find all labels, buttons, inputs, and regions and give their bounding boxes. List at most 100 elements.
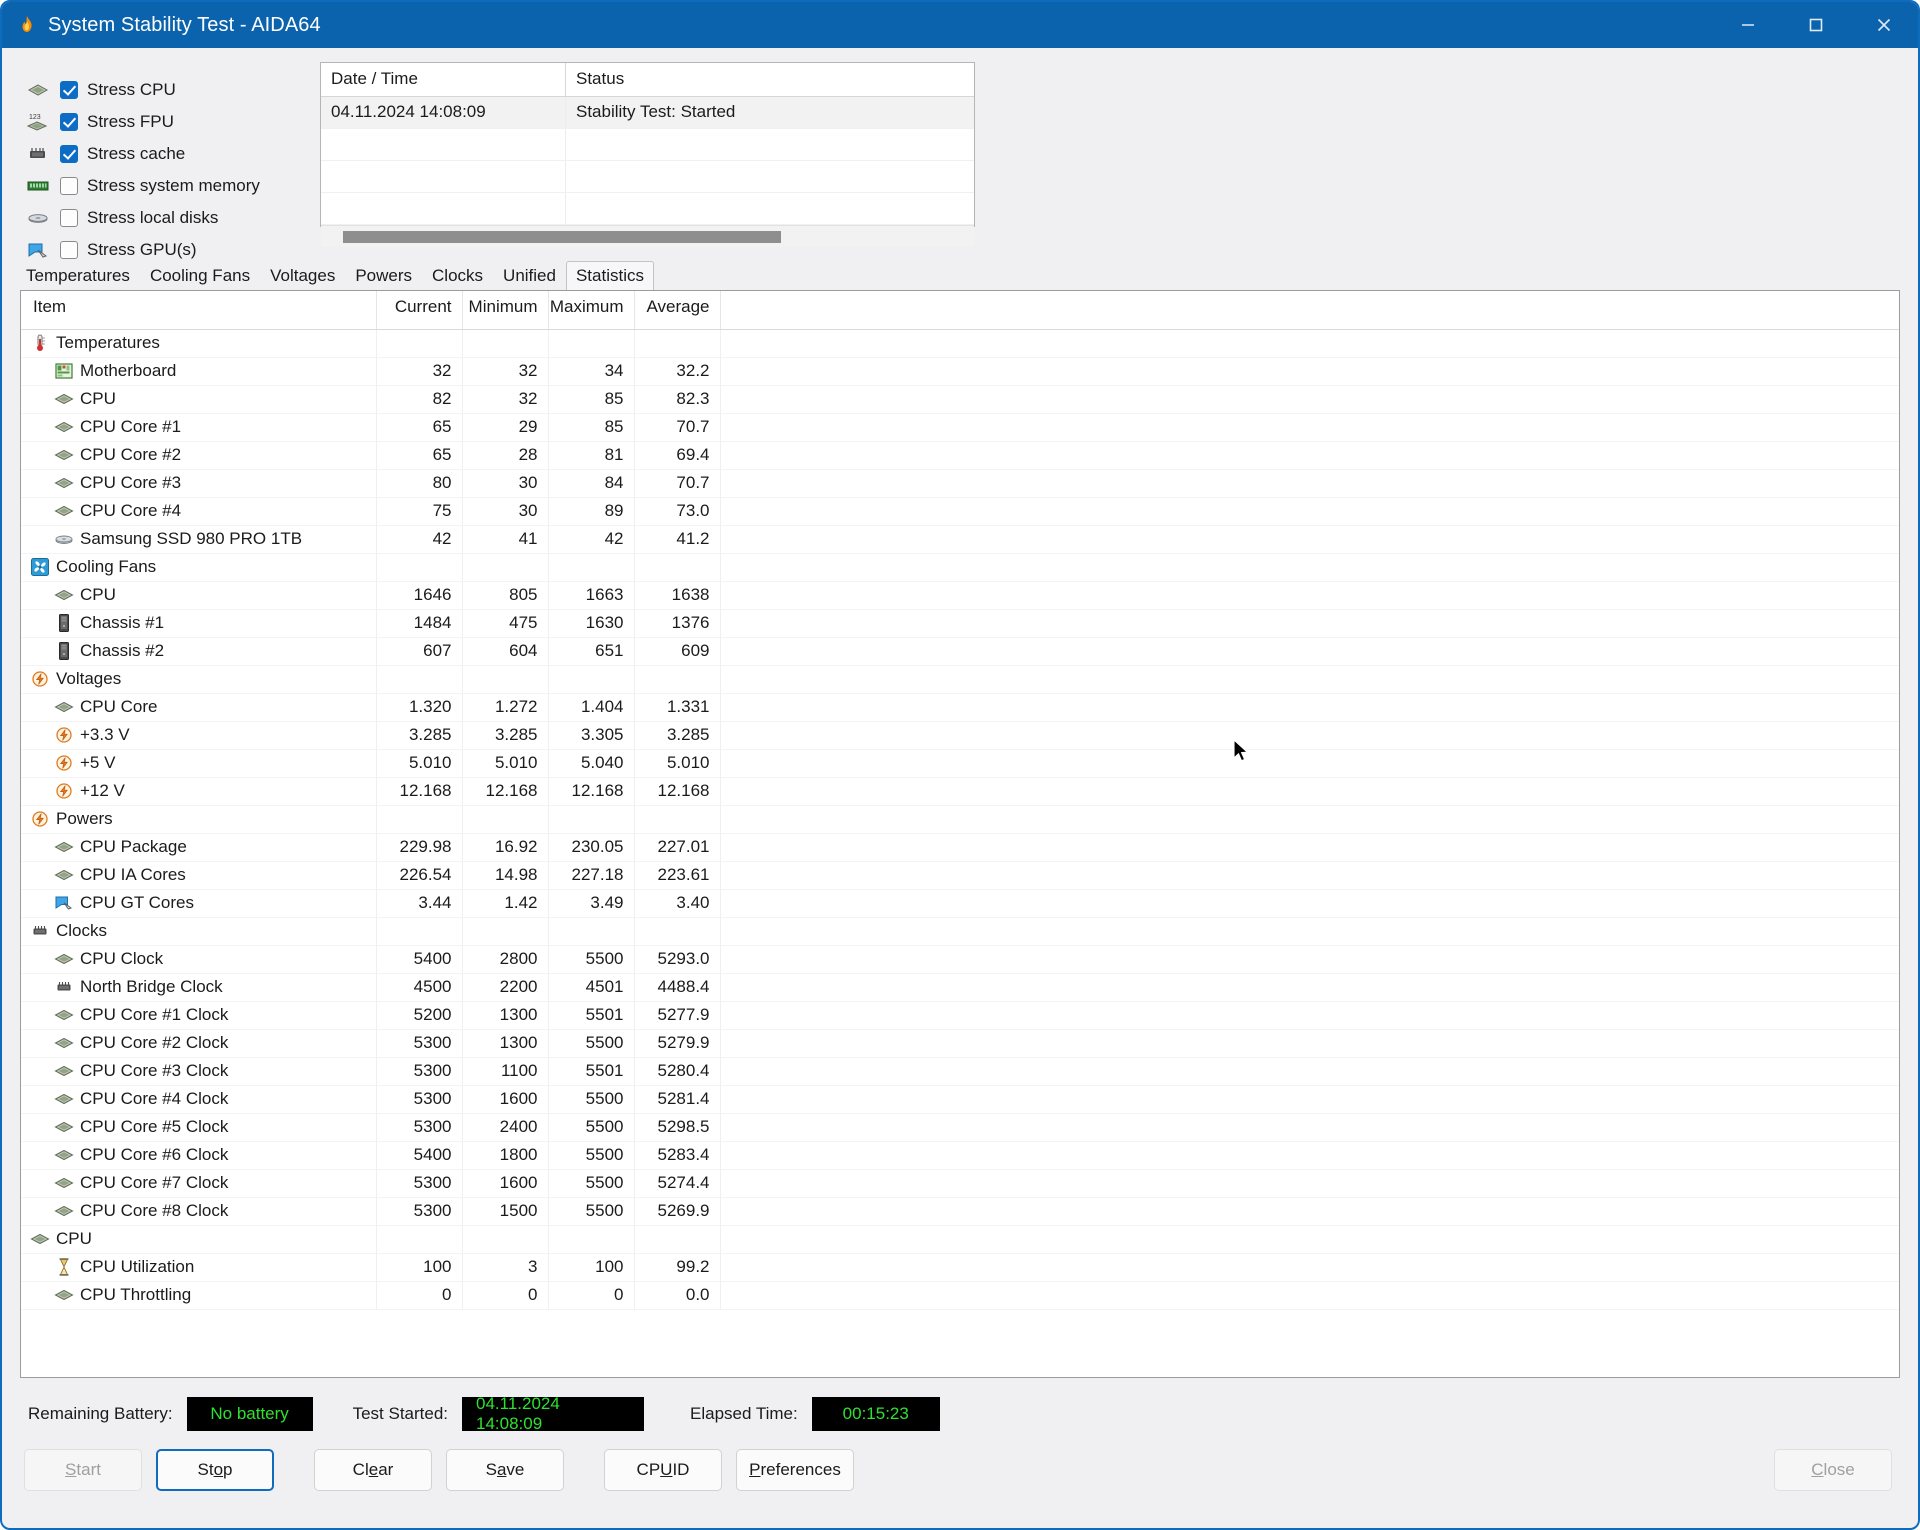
cpuid-button[interactable]: CP U ID	[604, 1449, 722, 1491]
tab-strip: Temperatures Cooling Fans Voltages Power…	[2, 256, 1918, 291]
table-row[interactable]: CPU GT Cores 3.44 1.42 3.49 3.40	[21, 889, 1899, 918]
stress-option-fpu[interactable]: 123 Stress FPU	[24, 106, 302, 138]
table-row[interactable]: +3.3 V 3.285 3.285 3.305 3.285	[21, 721, 1899, 750]
table-cell-filler	[720, 889, 1899, 918]
table-row[interactable]: CPU Core #1 65 29 85 70.7	[21, 413, 1899, 442]
table-row[interactable]: CPU Core #3 Clock 5300 1100 5501 5280.4	[21, 1057, 1899, 1086]
table-group-row[interactable]: Cooling Fans	[21, 553, 1899, 582]
stress-cpu-checkbox[interactable]	[60, 81, 78, 99]
table-cell-item-label: CPU Core #6 Clock	[80, 1145, 229, 1164]
table-row[interactable]: CPU Core #4 75 30 89 73.0	[21, 497, 1899, 526]
tab-powers[interactable]: Powers	[345, 261, 422, 291]
table-cell-filler	[720, 749, 1899, 778]
column-header-item[interactable]: Item	[21, 291, 377, 330]
scrollbar-thumb[interactable]	[343, 230, 782, 243]
table-group-row[interactable]: Powers	[21, 805, 1899, 834]
tab-cooling-fans[interactable]: Cooling Fans	[140, 261, 260, 291]
motherboard-icon	[53, 361, 75, 381]
table-row[interactable]: CPU Core #5 Clock 5300 2400 5500 5298.5	[21, 1113, 1899, 1142]
table-row[interactable]: Motherboard 32 32 34 32.2	[21, 357, 1899, 386]
statistics-table-body: Temperatures Motherboard 32 32 34 32.2 CPU 82 32…	[21, 329, 1899, 1310]
table-row[interactable]: CPU Core #4 Clock 5300 1600 5500 5281.4	[21, 1085, 1899, 1114]
tab-voltages[interactable]: Voltages	[260, 261, 345, 291]
table-cell-filler	[720, 357, 1899, 386]
table-row[interactable]: Samsung SSD 980 PRO 1TB 42 41 42 41.2	[21, 525, 1899, 554]
table-cell-filler	[720, 805, 1899, 834]
column-header-maximum[interactable]: Maximum	[548, 291, 635, 330]
log-row-empty	[321, 129, 974, 161]
table-row[interactable]: CPU Core #3 80 30 84 70.7	[21, 469, 1899, 498]
table-cell-minimum: 30	[462, 497, 549, 526]
table-row[interactable]: CPU Utilization 100 3 100 99.2	[21, 1253, 1899, 1282]
preferences-button[interactable]: Preferences	[736, 1449, 854, 1491]
column-header-minimum[interactable]: Minimum	[462, 291, 549, 330]
save-button[interactable]: Sa ve	[446, 1449, 564, 1491]
stress-option-memory[interactable]: Stress system memory	[24, 170, 302, 202]
status-log-header: Date / Time Status	[321, 63, 974, 97]
table-cell-current: 5400	[376, 1141, 463, 1170]
tab-unified[interactable]: Unified	[493, 261, 566, 291]
table-row[interactable]: CPU Core 1.320 1.272 1.404 1.331	[21, 693, 1899, 722]
table-row[interactable]: CPU Package 229.98 16.92 230.05 227.01	[21, 833, 1899, 862]
stress-memory-checkbox[interactable]	[60, 177, 78, 195]
stress-option-cache[interactable]: Stress cache	[24, 138, 302, 170]
fpu-icon: 123	[24, 109, 52, 135]
table-row[interactable]: +5 V 5.010 5.010 5.040 5.010	[21, 749, 1899, 778]
maximize-icon[interactable]	[1782, 2, 1850, 48]
table-cell-filler	[720, 1253, 1899, 1282]
table-row[interactable]: CPU 1646 805 1663 1638	[21, 581, 1899, 610]
table-row[interactable]: CPU 82 32 85 82.3	[21, 385, 1899, 414]
table-row[interactable]: CPU Throttling 0 0 0 0.0	[21, 1281, 1899, 1310]
table-row[interactable]: +12 V 12.168 12.168 12.168 12.168	[21, 777, 1899, 806]
log-column-status[interactable]: Status	[566, 63, 974, 96]
table-cell-item: CPU Core	[21, 693, 377, 722]
close-button[interactable]: Close	[1774, 1449, 1892, 1491]
table-row[interactable]: CPU IA Cores 226.54 14.98 227.18 223.61	[21, 861, 1899, 890]
table-cell-current: 1484	[376, 609, 463, 638]
table-row[interactable]: CPU Core #8 Clock 5300 1500 5500 5269.9	[21, 1197, 1899, 1226]
table-row[interactable]: Chassis #1 1484 475 1630 1376	[21, 609, 1899, 638]
stress-option-label: Stress cache	[87, 144, 186, 163]
stress-cache-checkbox[interactable]	[60, 145, 78, 163]
column-header-current[interactable]: Current	[376, 291, 463, 330]
table-row[interactable]: CPU Core #1 Clock 5200 1300 5501 5277.9	[21, 1001, 1899, 1030]
preferences-button-post: references	[760, 1460, 841, 1479]
table-row[interactable]: North Bridge Clock 4500 2200 4501 4488.4	[21, 973, 1899, 1002]
table-row[interactable]: CPU Core #6 Clock 5400 1800 5500 5283.4	[21, 1141, 1899, 1170]
table-row[interactable]: CPU Core #2 Clock 5300 1300 5500 5279.9	[21, 1029, 1899, 1058]
start-button[interactable]: Start	[24, 1449, 142, 1491]
table-row[interactable]: CPU Clock 5400 2800 5500 5293.0	[21, 945, 1899, 974]
table-row[interactable]: Chassis #2 607 604 651 609	[21, 637, 1899, 666]
table-group-row[interactable]: Temperatures	[21, 329, 1899, 358]
table-cell-average: 609	[634, 637, 721, 666]
log-horizontal-scrollbar[interactable]	[321, 225, 974, 247]
stress-option-cpu[interactable]: Stress CPU	[24, 74, 302, 106]
tab-clocks[interactable]: Clocks	[422, 261, 493, 291]
stress-option-disks[interactable]: Stress local disks	[24, 202, 302, 234]
save-button-pre: S	[485, 1460, 497, 1479]
log-column-datetime[interactable]: Date / Time	[321, 63, 566, 96]
table-row[interactable]: CPU Core #7 Clock 5300 1600 5500 5274.4	[21, 1169, 1899, 1198]
minimize-icon[interactable]	[1714, 2, 1782, 48]
table-cell-maximum: 3.49	[548, 889, 635, 918]
table-cell-current: 5300	[376, 1197, 463, 1226]
save-button-accel: a	[496, 1460, 507, 1479]
table-group-row[interactable]: CPU	[21, 1225, 1899, 1254]
table-cell-average: 227.01	[634, 833, 721, 862]
table-row[interactable]: CPU Core #2 65 28 81 69.4	[21, 441, 1899, 470]
tab-temperatures[interactable]: Temperatures	[16, 261, 140, 291]
clear-button[interactable]: Cl e ar	[314, 1449, 432, 1491]
table-group-row[interactable]: Voltages	[21, 665, 1899, 694]
table-cell-item-label: Clocks	[56, 921, 108, 940]
stress-disks-checkbox[interactable]	[60, 209, 78, 227]
log-row[interactable]: 04.11.2024 14:08:09 Stability Test: Star…	[321, 97, 974, 129]
tab-statistics[interactable]: Statistics	[565, 261, 654, 291]
table-group-row[interactable]: Clocks	[21, 917, 1899, 946]
table-cell-minimum: 1100	[462, 1057, 549, 1086]
table-cell-item-label: CPU Core #3	[80, 473, 182, 492]
elapsed-time-label: Elapsed Time:	[690, 1404, 798, 1423]
close-icon[interactable]	[1850, 2, 1918, 48]
column-header-average[interactable]: Average	[634, 291, 721, 330]
stress-fpu-checkbox[interactable]	[60, 113, 78, 131]
stop-button[interactable]: St o p	[156, 1449, 274, 1491]
